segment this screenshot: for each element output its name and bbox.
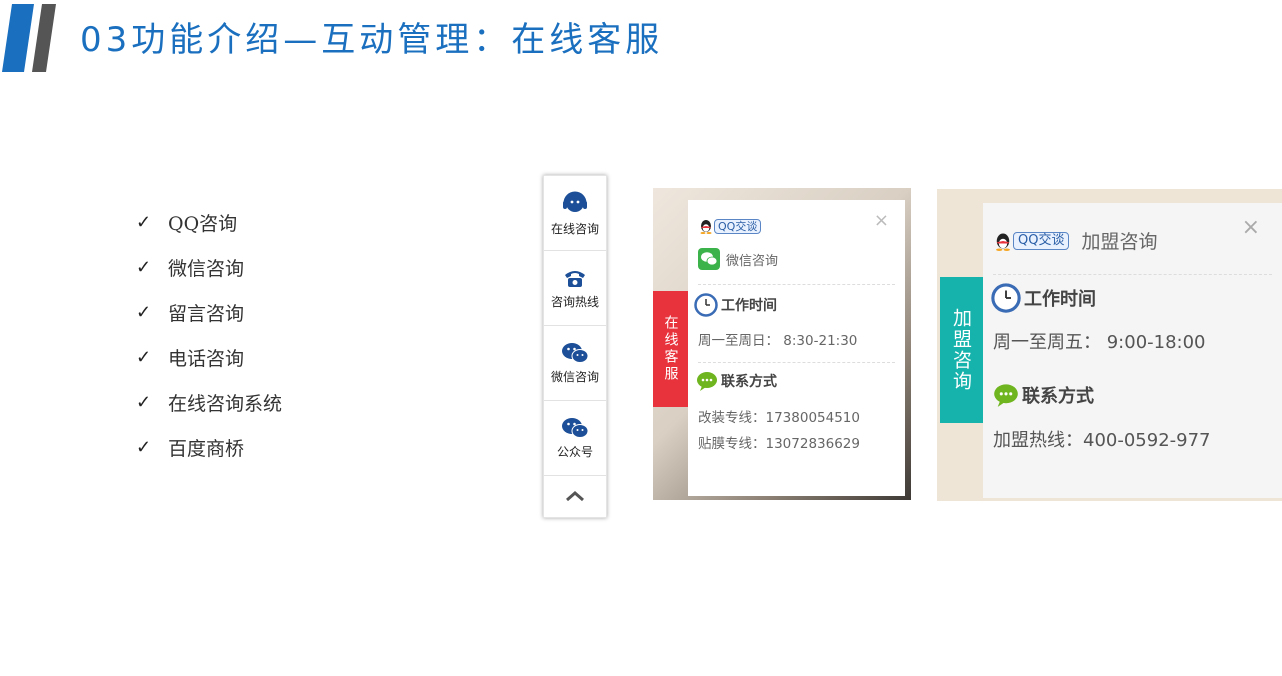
qq-chat-badge[interactable]: QQ交谈 xyxy=(714,218,762,234)
work-time-text: 周一至周日： 8:30-21:30 xyxy=(698,333,858,349)
page-title: 03功能介绍—互动管理：在线客服 xyxy=(80,20,664,60)
qq-chat-row[interactable]: QQ交谈 加盟咨询 xyxy=(993,227,1157,254)
work-time-text: 周一至周五： 9:00-18:00 xyxy=(993,332,1206,353)
list-item: ✓ 百度商桥 xyxy=(136,437,245,460)
divider xyxy=(698,284,895,285)
chevron-up-icon xyxy=(566,491,584,502)
list-item: ✓ 留言咨询 xyxy=(136,302,245,325)
chat-bubble-icon xyxy=(697,372,717,391)
phone-icon xyxy=(565,270,585,287)
list-item: ✓ QQ咨询 xyxy=(136,212,238,235)
work-time-heading: 工作时间 xyxy=(694,293,777,317)
close-icon[interactable]: × xyxy=(874,210,889,231)
service-card: × QQ交谈 微信咨询 工作时间 周一至周日： 8:30-21:30 联系方式 … xyxy=(688,200,905,496)
divider xyxy=(993,274,1272,275)
qq-penguin-icon xyxy=(700,220,712,234)
check-icon: ✓ xyxy=(136,257,152,278)
clock-icon xyxy=(694,293,718,317)
widget-item-online[interactable]: 在线咨询 xyxy=(544,176,606,251)
back-to-top-button[interactable] xyxy=(544,476,606,516)
check-icon: ✓ xyxy=(136,392,152,413)
list-item: ✓ 在线咨询系统 xyxy=(136,392,283,415)
list-item: ✓ 微信咨询 xyxy=(136,257,245,280)
wechat-icon xyxy=(562,417,589,438)
work-time-heading: 工作时间 xyxy=(991,283,1096,313)
qq-penguin-icon xyxy=(996,233,1010,251)
check-icon: ✓ xyxy=(136,347,152,368)
check-icon: ✓ xyxy=(136,437,152,458)
logo-bars xyxy=(2,4,56,72)
qq-chat-badge[interactable]: QQ交谈 xyxy=(1013,231,1070,250)
service-panel-online: 在线客服 × QQ交谈 微信咨询 工作时间 周一至周日： 8:30-21:30 xyxy=(653,188,911,500)
service-card: × QQ交谈 加盟咨询 工作时间 周一至周五： 9:00-18:00 联系方式 xyxy=(983,203,1282,498)
widget-item-hotline[interactable]: 咨询热线 xyxy=(544,251,606,326)
feature-list: ✓ QQ咨询 ✓ 微信咨询 ✓ 留言咨询 ✓ 电话咨询 ✓ 在线咨询系统 ✓ 百度商桥 xyxy=(136,200,282,470)
check-icon: ✓ xyxy=(136,212,152,233)
widget-item-official-account[interactable]: 公众号 xyxy=(544,401,606,476)
list-item: ✓ 电话咨询 xyxy=(136,347,245,370)
qq-chat-row[interactable]: QQ交谈 xyxy=(698,218,762,234)
check-icon: ✓ xyxy=(136,302,152,323)
clock-icon xyxy=(991,283,1021,313)
contact-line: 改装专线：17380054510 xyxy=(698,410,860,426)
floating-service-widget: 在线咨询 咨询热线 微信咨询 公众号 xyxy=(543,175,607,518)
wechat-icon xyxy=(698,248,720,270)
headset-icon xyxy=(563,191,587,212)
contact-heading: 联系方式 xyxy=(696,371,777,391)
divider xyxy=(698,362,895,363)
contact-line: 贴膜专线：13072836629 xyxy=(698,436,860,452)
wechat-row[interactable]: 微信咨询 xyxy=(698,248,778,270)
close-icon[interactable]: × xyxy=(1242,215,1260,240)
tab-online-service[interactable]: 在线客服 xyxy=(653,291,688,407)
contact-heading: 联系方式 xyxy=(993,382,1094,408)
chat-bubble-icon xyxy=(994,384,1018,407)
tab-franchise-consult[interactable]: 加盟咨询 xyxy=(940,277,983,423)
widget-item-wechat[interactable]: 微信咨询 xyxy=(544,326,606,401)
wechat-icon xyxy=(562,342,589,363)
service-panel-franchise: 加盟咨询 × QQ交谈 加盟咨询 工作时间 周一至周五： 9:00-18:00 xyxy=(937,189,1282,501)
contact-line: 加盟热线：400-0592-977 xyxy=(993,430,1211,451)
